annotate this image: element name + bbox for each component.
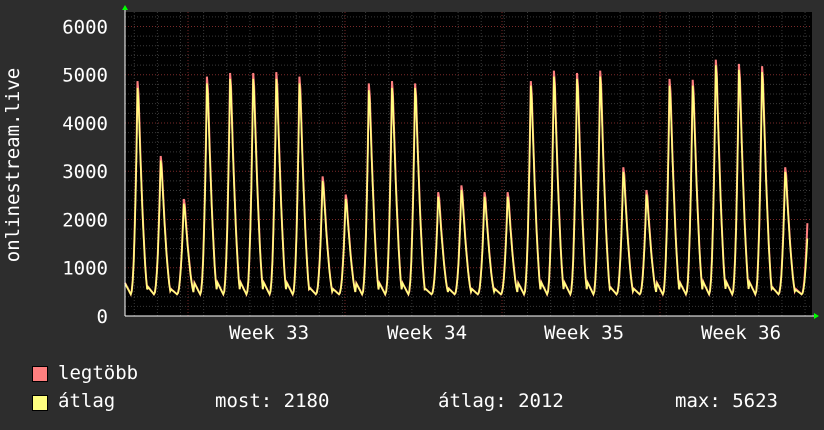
x-tick-label: Week 33 (229, 322, 309, 344)
legend-label-max: legtöbb (58, 362, 139, 384)
y-axis-label: onlinestream.live (2, 68, 24, 262)
y-tick-label: 6000 (62, 16, 108, 38)
stat-now: most: 2180 (215, 390, 330, 412)
y-tick-label: 3000 (62, 161, 108, 183)
y-tick-label: 2000 (62, 209, 108, 231)
y-tick-label: 5000 (62, 65, 108, 87)
x-tick-label: Week 36 (701, 322, 781, 344)
legend-swatch-avg (32, 395, 48, 411)
stat-max: max: 5623 (675, 390, 778, 412)
stat-average: átlag: 2012 (438, 390, 564, 412)
graph: 0 1000 2000 3000 4000 5000 6000 Week 33 Week 34 W… (0, 0, 824, 430)
x-axis-arrow (814, 313, 819, 319)
legend-label-avg: átlag (58, 390, 116, 412)
legend-swatch-max (32, 366, 48, 382)
x-tick-label: Week 35 (544, 322, 624, 344)
y-tick-label: 4000 (62, 113, 108, 135)
y-tick-label: 0 (97, 306, 108, 328)
y-tick-label: 1000 (62, 258, 108, 280)
x-tick-label: Week 34 (387, 322, 467, 344)
y-axis-arrow (122, 5, 128, 10)
